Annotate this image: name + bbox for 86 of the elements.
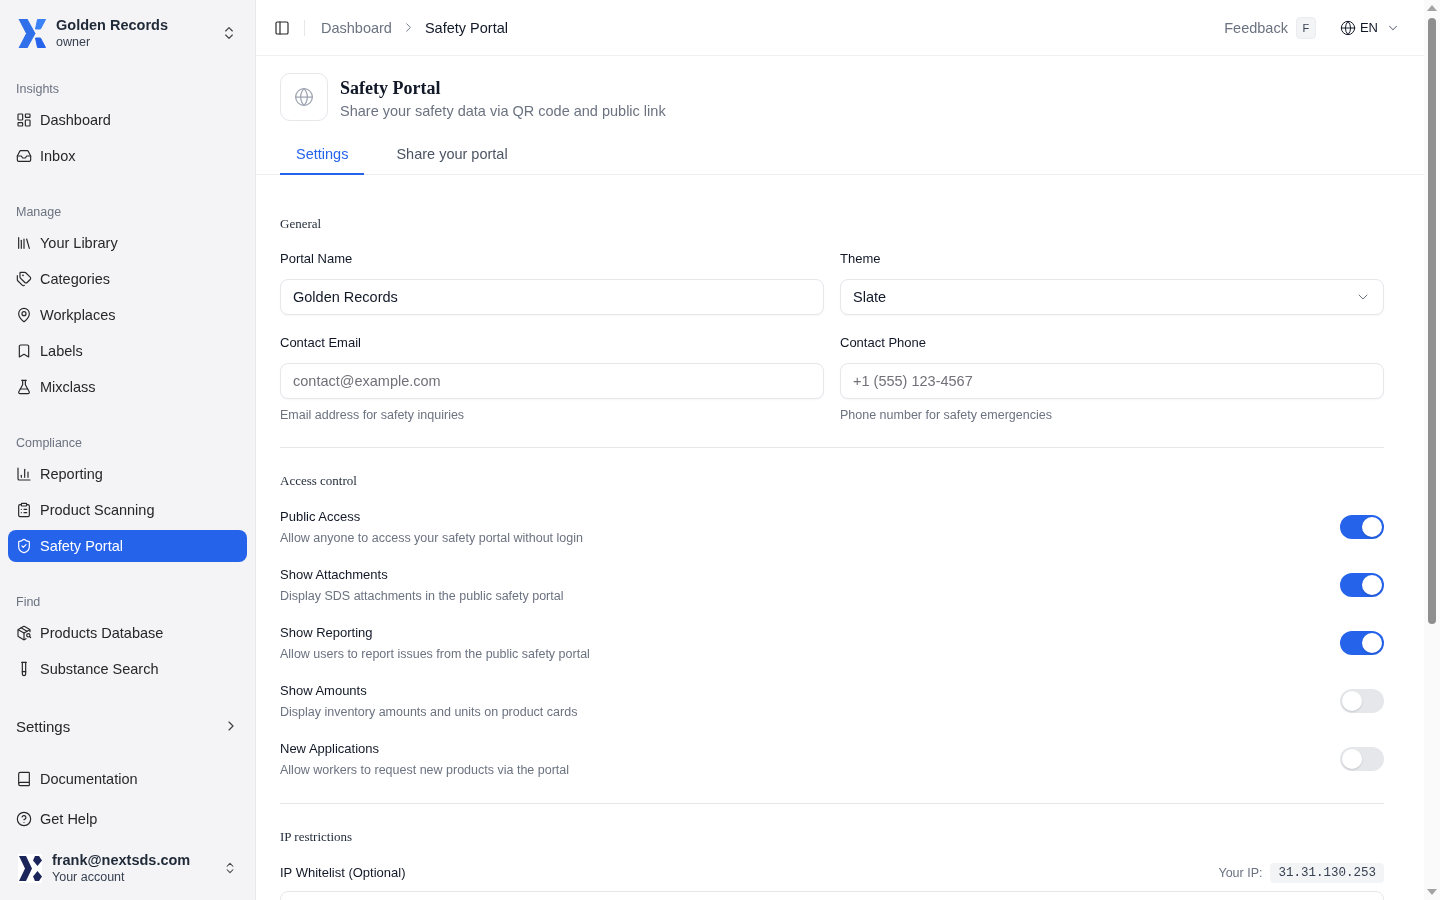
tab[interactable]: Share your portal xyxy=(380,135,524,175)
workspace-role: owner xyxy=(56,33,92,50)
setting-title: Show Reporting xyxy=(280,623,374,642)
nav-item[interactable]: Products Database xyxy=(8,617,247,649)
settings-toggle[interactable]: Settings xyxy=(8,710,247,742)
setting-title: Show Attachments xyxy=(280,565,389,584)
nav-item[interactable]: Labels xyxy=(8,335,247,367)
scrollbar-thumb[interactable] xyxy=(1428,18,1436,624)
clipboard-icon xyxy=(16,502,32,518)
nav-group-label: Insights xyxy=(15,81,61,98)
scroll-down-arrow-icon[interactable] xyxy=(1427,889,1437,895)
workspace-name: Golden Records xyxy=(56,16,169,34)
nav-item[interactable]: Product Scanning xyxy=(8,494,247,526)
current-page-label: Safety Portal xyxy=(424,19,508,36)
select-field[interactable]: Slate xyxy=(840,279,1384,315)
nav-group-label: Find xyxy=(15,594,42,611)
panel-left-icon xyxy=(274,19,290,36)
workspace-switcher[interactable]: Golden Records owner xyxy=(8,0,247,66)
setting-title: New Applications xyxy=(280,739,380,758)
field-label: IP Whitelist (Optional) xyxy=(280,864,406,882)
setting-title: Show Amounts xyxy=(280,681,368,700)
shield-check-icon xyxy=(16,538,32,554)
globe-icon xyxy=(280,72,328,121)
inbox-icon xyxy=(16,148,32,164)
nav-item[interactable]: Dashboard xyxy=(8,104,247,136)
nav-item[interactable]: Safety Portal xyxy=(8,530,247,562)
input-field[interactable]: +1 (555) 123-4567 xyxy=(840,363,1384,399)
input-field[interactable]: Golden Records xyxy=(280,279,824,315)
toggle-switch[interactable] xyxy=(1340,631,1384,655)
book-icon xyxy=(16,771,32,787)
help-text: Phone number for safety emergencies xyxy=(840,407,1053,423)
breadcrumb-link[interactable]: Dashboard xyxy=(321,19,392,36)
account-email: frank@nextsds.com xyxy=(52,851,192,869)
field-label: Contact Email xyxy=(280,334,362,352)
map-pin-icon xyxy=(16,307,32,323)
tab[interactable]: Settings xyxy=(280,135,365,175)
input-field[interactable]: contact@example.com xyxy=(280,363,824,399)
nav-item[interactable]: Reporting xyxy=(8,458,247,490)
toggle-switch[interactable] xyxy=(1340,515,1384,539)
toggle-switch[interactable] xyxy=(1340,747,1384,771)
ip-label: Your IP: xyxy=(1218,866,1263,880)
setting-description: Allow anyone to access your safety portal without login xyxy=(280,529,583,547)
scroll-up-arrow-icon[interactable] xyxy=(1427,5,1437,11)
section-title: General xyxy=(280,215,323,233)
setting-description: Display inventory amounts and units on product cards xyxy=(280,703,578,721)
nav-item[interactable]: Mixclass xyxy=(8,371,247,403)
nav-item[interactable]: Substance Search xyxy=(8,653,247,685)
setting-title: Public Access xyxy=(280,507,362,526)
globe-icon xyxy=(1339,19,1356,36)
setting-description: Display SDS attachments in the public safety portal xyxy=(280,587,564,605)
keyboard-shortcut: F xyxy=(1295,16,1316,39)
tags-icon xyxy=(16,271,32,287)
account-switcher[interactable]: frank@nextsds.com Your account xyxy=(8,844,247,892)
field-label: Portal Name xyxy=(280,250,354,268)
section-title: IP restrictions xyxy=(280,828,354,846)
ip-address: 31.31.130.253 xyxy=(1270,863,1384,883)
setting-description: Allow users to report issues from the public safety portal xyxy=(280,645,590,663)
account-logo-icon xyxy=(18,853,42,883)
page-subtitle: Share your safety data via QR code and public link xyxy=(340,102,666,121)
field-label: Theme xyxy=(840,250,882,268)
field-label: Contact Phone xyxy=(840,334,927,352)
feedback-button[interactable]: Feedback F xyxy=(1224,16,1316,39)
logo-icon xyxy=(18,18,46,48)
language-button[interactable]: EN xyxy=(1339,19,1400,36)
nav-item[interactable]: Inbox xyxy=(8,140,247,172)
nav-group-label: Manage xyxy=(15,204,63,221)
nav-link[interactable]: Get Help xyxy=(8,803,247,835)
nav-item[interactable]: Your Library xyxy=(8,227,247,259)
question-circle-icon xyxy=(16,811,32,827)
nav-item[interactable]: Categories xyxy=(8,263,247,295)
nav-link[interactable]: Documentation xyxy=(8,763,247,795)
nav-item[interactable]: Workplaces xyxy=(8,299,247,331)
flask-icon xyxy=(16,379,32,395)
page-title: Safety Portal xyxy=(340,77,442,99)
toggle-switch[interactable] xyxy=(1340,689,1384,713)
help-text: Email address for safety inquiries xyxy=(280,407,466,423)
package-search-icon xyxy=(16,625,32,641)
section-title: Access control xyxy=(280,472,358,490)
bar-chart-icon xyxy=(16,466,32,482)
grid-icon xyxy=(16,112,32,128)
books-icon xyxy=(16,235,32,251)
bookmark-icon xyxy=(16,343,32,359)
setting-description: Allow workers to request new products via the portal xyxy=(280,761,570,779)
toggle-switch[interactable] xyxy=(1340,573,1384,597)
nav-group-label: Compliance xyxy=(15,435,83,452)
account-caption: Your account xyxy=(52,868,126,885)
